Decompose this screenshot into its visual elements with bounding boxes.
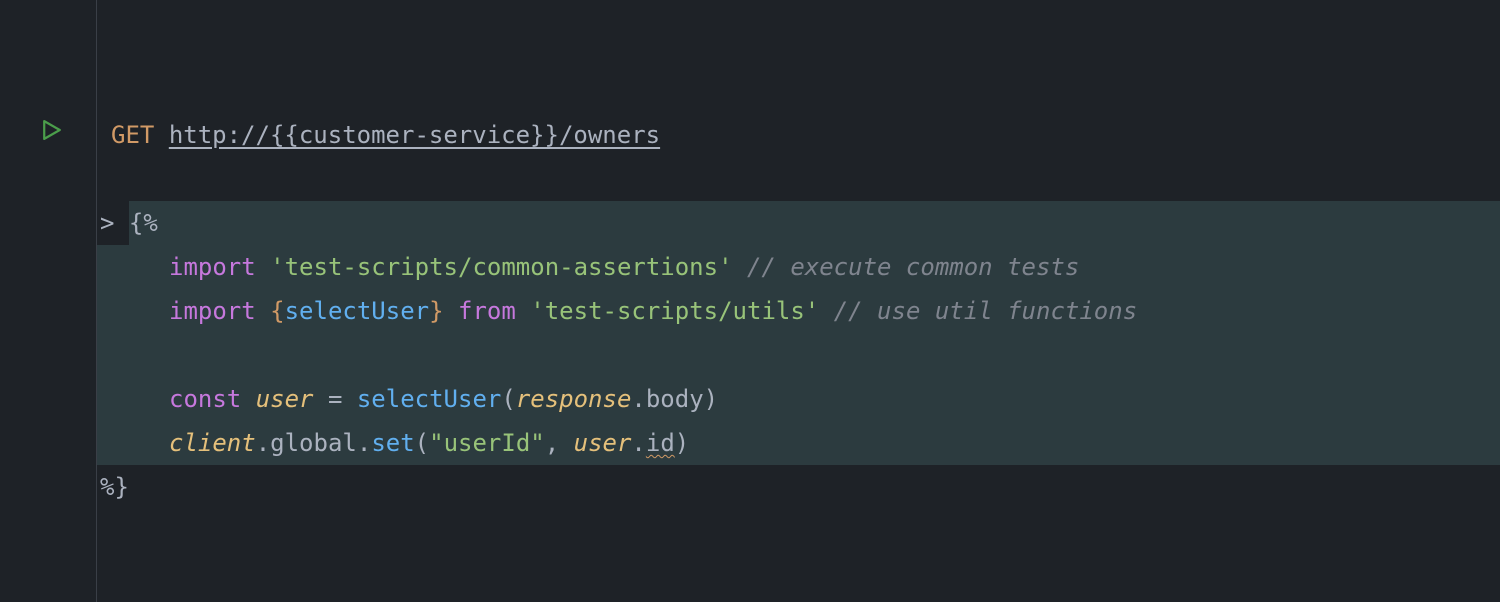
paren: )	[704, 385, 718, 413]
request-line: GET http://{{customer-service}}/owners	[97, 113, 1500, 157]
script-open-prefix: >	[97, 209, 129, 237]
dot: .	[631, 385, 645, 413]
comma: ,	[545, 429, 574, 457]
dot: .	[357, 429, 371, 457]
brace: {	[270, 297, 284, 325]
paren: )	[675, 429, 689, 457]
script-close-line: %}	[97, 465, 1500, 509]
brace: }	[429, 297, 443, 325]
property-warning: id	[646, 429, 675, 457]
import-line-2: import {selectUser} from 'test-scripts/u…	[97, 289, 1500, 333]
editor-gutter	[0, 0, 97, 602]
run-icon[interactable]	[42, 120, 62, 140]
string-arg: "userId"	[429, 429, 545, 457]
request-url: http://{{customer-service}}/owners	[169, 121, 660, 149]
property: body	[646, 385, 704, 413]
script-open: {%	[129, 209, 158, 237]
import-keyword: import	[169, 253, 256, 281]
paren: (	[501, 385, 515, 413]
argument: user	[574, 429, 632, 457]
function-call: set	[371, 429, 414, 457]
comment: // execute common tests	[747, 253, 1079, 281]
set-line: client.global.set("userId", user.id)	[97, 421, 1500, 465]
variable-name: user	[256, 385, 314, 413]
dot: .	[631, 429, 645, 457]
imported-name: selectUser	[285, 297, 430, 325]
comment: // use util functions	[834, 297, 1137, 325]
code-editor[interactable]: GET http://{{customer-service}}/owners >…	[97, 0, 1500, 602]
from-keyword: from	[458, 297, 516, 325]
paren: (	[415, 429, 429, 457]
import-path: 'test-scripts/utils'	[530, 297, 819, 325]
const-line: const user = selectUser(response.body)	[97, 377, 1500, 421]
equals: =	[314, 385, 357, 413]
script-open-line: > {%	[97, 201, 1500, 245]
blank-line	[97, 157, 1500, 201]
blank-line	[97, 333, 1500, 377]
function-call: selectUser	[357, 385, 502, 413]
object: client	[169, 429, 256, 457]
const-keyword: const	[169, 385, 241, 413]
import-line-1: import 'test-scripts/common-assertions' …	[97, 245, 1500, 289]
dot: .	[256, 429, 270, 457]
import-keyword: import	[169, 297, 256, 325]
http-method: GET	[111, 121, 154, 149]
import-path: 'test-scripts/common-assertions'	[270, 253, 732, 281]
argument: response	[516, 385, 632, 413]
property: global	[270, 429, 357, 457]
script-close: %}	[100, 473, 129, 501]
